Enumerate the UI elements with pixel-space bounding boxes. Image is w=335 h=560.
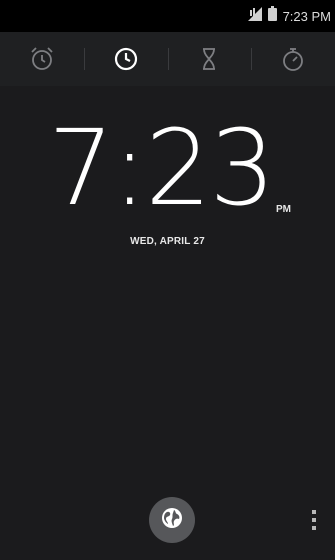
world-clock-button[interactable] — [143, 495, 201, 545]
tab-clock[interactable] — [83, 32, 168, 86]
battery-icon — [267, 6, 277, 26]
signal-icon — [247, 6, 264, 26]
overflow-dot — [312, 518, 316, 522]
status-bar: 7:23 PM — [0, 0, 335, 32]
status-time: 7:23 PM — [282, 8, 331, 24]
tab-stopwatch[interactable] — [251, 32, 335, 86]
fab-circle — [149, 497, 195, 543]
status-icons: 7:23 PM — [247, 6, 331, 26]
tab-alarm[interactable] — [0, 32, 84, 86]
date-label: WED, APRIL 27 — [130, 236, 205, 247]
am-pm-label: PM — [276, 204, 291, 215]
overflow-menu-icon[interactable] — [307, 506, 321, 534]
alarm-clock-icon — [28, 45, 56, 73]
hourglass-icon — [195, 45, 223, 73]
globe-icon — [161, 507, 183, 534]
stopwatch-icon — [279, 45, 307, 73]
tab-timer[interactable] — [167, 32, 252, 86]
tab-bar — [0, 32, 335, 86]
overflow-dot — [312, 510, 316, 514]
overflow-dot — [312, 526, 316, 530]
clock-icon — [112, 45, 140, 73]
digital-clock-time: 7:23 — [48, 107, 276, 229]
